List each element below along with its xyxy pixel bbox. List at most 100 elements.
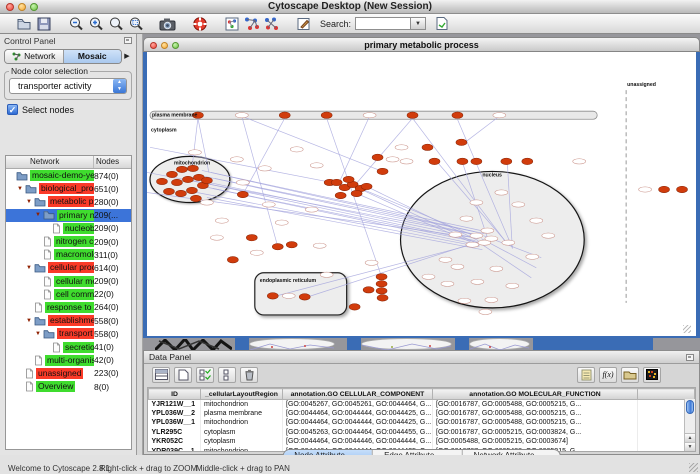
net-minimize-button[interactable]	[161, 42, 168, 49]
network-node[interactable]	[377, 295, 388, 301]
network-node[interactable]	[272, 243, 283, 249]
net-close-button[interactable]	[150, 42, 157, 49]
column-header-cellular-component[interactable]: annotation.GO CELLULAR_COMPONENT	[283, 389, 433, 400]
network-node[interactable]	[286, 241, 297, 247]
table-cell[interactable]: [GO:0044464, GO:0044446, GO:0044444, G..…	[283, 437, 433, 446]
network-node[interactable]	[156, 178, 167, 184]
expand-triangle-icon[interactable]: ▼	[26, 198, 34, 206]
table-cell[interactable]: [GO:0044464, GO:0044444, GO:0044425, G..…	[283, 418, 433, 427]
color-attribute-select[interactable]: transporter activity ▲▼	[9, 78, 127, 94]
tree-row[interactable]: cellular metabol209(0)	[6, 275, 131, 288]
function-builder-icon[interactable]: f(x)	[599, 367, 617, 383]
table-cell[interactable]: [GO:0044464, GO:0044444, GO:0044425, G..…	[283, 409, 433, 418]
tree-row[interactable]: ▼primary metabol209(...	[6, 209, 131, 222]
heatmap-icon[interactable]	[643, 367, 661, 383]
close-button[interactable]	[6, 3, 14, 11]
tree-row[interactable]: secretion41(0)	[6, 340, 131, 353]
table-vertical-scrollbar[interactable]: ▲ ▼	[684, 399, 695, 451]
network-node[interactable]	[471, 158, 482, 164]
network-node[interactable]	[376, 274, 387, 280]
notes-icon[interactable]	[577, 367, 595, 383]
tree-row[interactable]: ▼metabolic process280(0)	[6, 195, 131, 208]
network-edge[interactable]	[462, 116, 499, 144]
expand-triangle-icon[interactable]: ▼	[35, 211, 43, 219]
network-node[interactable]	[363, 287, 374, 293]
network-edge[interactable]	[355, 118, 413, 185]
zoom-in-icon[interactable]	[86, 15, 106, 33]
scroll-up-arrow[interactable]: ▲	[685, 434, 695, 443]
network-node[interactable]	[237, 191, 248, 197]
tree-row[interactable]: cell communicat22(0)	[6, 288, 131, 301]
network-node[interactable]	[457, 158, 468, 164]
table-cell[interactable]: YPL036W__2	[149, 409, 201, 418]
network-node[interactable]	[407, 112, 418, 118]
table-cell[interactable]: mitochondrion	[201, 418, 283, 427]
help-lifering-icon[interactable]	[190, 15, 210, 33]
network-node[interactable]	[267, 293, 278, 299]
expand-triangle-icon[interactable]: ▼	[17, 185, 25, 193]
network-node[interactable]	[659, 186, 670, 192]
table-cell[interactable]: mitochondrion	[201, 446, 283, 452]
network-node[interactable]	[190, 195, 201, 201]
select-attributes-icon[interactable]	[196, 367, 214, 383]
tabs-overflow-arrow[interactable]: ▶	[122, 52, 132, 60]
zoom-out-icon[interactable]	[66, 15, 86, 33]
tree-row[interactable]: mosaic-demo-yeast874(0)	[6, 169, 131, 182]
zoom-fit-icon[interactable]	[126, 15, 146, 33]
tree-row[interactable]: macromolecule311(0)	[6, 248, 131, 261]
annotation-icon[interactable]	[294, 15, 314, 33]
attribute-table-icon[interactable]	[152, 367, 170, 383]
column-header-region[interactable]: _cellularLayoutRegion	[201, 389, 283, 400]
table-row[interactable]: YPL036W__1mitochondrion[GO:0044464, GO:0…	[149, 418, 695, 427]
network-node[interactable]	[522, 158, 533, 164]
network-node[interactable]	[456, 139, 467, 145]
table-row[interactable]: YPL036W__2plasma membrane[GO:0044464, GO…	[149, 409, 695, 418]
network-node[interactable]	[422, 144, 433, 150]
table-cell[interactable]: [GO:0016787, GO:0005215, GO:0003824, G..…	[433, 428, 638, 437]
tree-row[interactable]: Overview8(0)	[6, 380, 131, 393]
network-node[interactable]	[677, 186, 688, 192]
table-cell[interactable]: YKR052C	[149, 437, 201, 446]
save-session-icon[interactable]	[34, 15, 54, 33]
network-node[interactable]	[351, 190, 362, 196]
tree-row[interactable]: multi-organism pro42(0)	[6, 354, 131, 367]
layout-network-alt-icon[interactable]	[262, 15, 282, 33]
search-dropdown-button[interactable]: ▼	[411, 17, 426, 30]
table-row[interactable]: YJR121W__1mitochondrion[GO:0045267, GO:0…	[149, 400, 695, 409]
table-cell[interactable]: [GO:0016787, GO:0005488, GO:0005215, G..…	[433, 400, 638, 409]
network-node[interactable]	[452, 112, 463, 118]
network-node[interactable]	[501, 158, 512, 164]
snapshot-camera-icon[interactable]	[158, 15, 178, 33]
zoom-selected-icon[interactable]	[106, 15, 126, 33]
network-node[interactable]	[361, 183, 372, 189]
table-row[interactable]: YLR295Ccytoplasm[GO:0045263, GO:0044464,…	[149, 428, 695, 437]
tree-row[interactable]: response to stimulu264(0)	[6, 301, 131, 314]
table-cell[interactable]: [GO:0016787, GO:0005488, GO:0005215, G..…	[433, 409, 638, 418]
network-node[interactable]	[201, 177, 212, 183]
column-header-id[interactable]: ID	[149, 389, 201, 400]
network-node[interactable]	[372, 154, 383, 160]
network-edge[interactable]	[327, 118, 382, 277]
network-node[interactable]	[175, 190, 186, 196]
table-cell[interactable]: YPL036W__1	[149, 418, 201, 427]
network-node[interactable]	[182, 176, 193, 182]
table-cell[interactable]: [GO:0016787, GO:0005488, GO:0005215, G..…	[433, 418, 638, 427]
import-attributes-icon[interactable]	[621, 367, 639, 383]
network-node[interactable]	[279, 112, 290, 118]
network-node[interactable]	[331, 179, 342, 185]
net-zoom-button[interactable]	[172, 42, 179, 49]
network-canvas[interactable]: plasma membrane cytoplasm mitochondrion …	[143, 52, 700, 338]
expand-triangle-icon[interactable]: ▼	[26, 264, 34, 272]
search-input[interactable]	[355, 17, 411, 30]
table-cell[interactable]: YDR039C__1	[149, 446, 201, 452]
column-header-molecular-function[interactable]: annotation.GO MOLECULAR_FUNCTION	[433, 389, 638, 400]
tree-column-nodes[interactable]: Nodes	[94, 156, 131, 168]
expand-triangle-icon[interactable]: ▼	[26, 317, 34, 325]
window-resize-grip[interactable]	[689, 463, 698, 472]
table-cell[interactable]: plasma membrane	[201, 409, 283, 418]
network-node[interactable]	[377, 168, 388, 174]
network-node[interactable]	[335, 192, 346, 198]
search-apply-icon[interactable]	[432, 15, 452, 33]
tree-row[interactable]: unassigned223(0)	[6, 367, 131, 380]
show-attributes-icon[interactable]	[218, 367, 236, 383]
